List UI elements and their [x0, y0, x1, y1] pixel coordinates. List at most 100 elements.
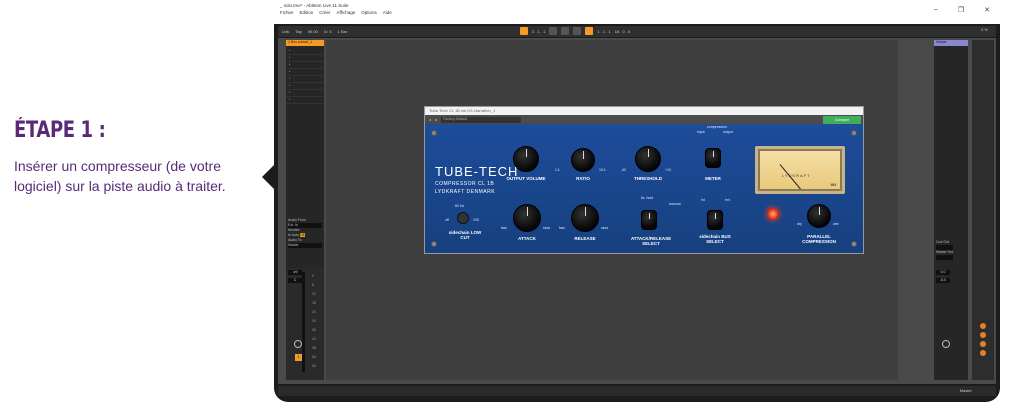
clip-slot[interactable]: ▸	[286, 55, 324, 62]
track-title[interactable]: 1 Bus suboct_1	[286, 40, 324, 46]
menu-create[interactable]: Créer	[319, 10, 330, 15]
clip-slot[interactable]: ▸	[286, 97, 324, 104]
bus-select-knob[interactable]	[707, 210, 723, 230]
io-section: Audio From Ext. In Monitor In Auto Off A…	[288, 218, 322, 248]
attack-release-select-knob[interactable]	[641, 210, 657, 230]
record-icon[interactable]	[573, 27, 582, 35]
release-fast-tick: fast	[559, 226, 565, 230]
threshold-knob[interactable]	[635, 146, 661, 172]
transport-controls: 2 . 1 . 1 1 . 1 . 1 16 . 0 . 0	[520, 27, 630, 35]
monitor-in[interactable]: In	[288, 233, 291, 237]
master-volume[interactable]: 0.0	[936, 270, 950, 275]
page: ÉTAPE 1 : Insérer un compresseur (de vot…	[0, 0, 1024, 416]
meter-output-tick: output	[723, 130, 733, 134]
minimize-icon[interactable]: –	[934, 6, 938, 14]
daw-screenshot: _ solo.tme* - Ableton Live 11 Suite Fich…	[274, 0, 1000, 402]
signature-field[interactable]: 4 / 4	[324, 29, 332, 34]
maximize-icon[interactable]: ❐	[958, 6, 964, 14]
clip-slot[interactable]: ▸	[286, 62, 324, 69]
clip-slot[interactable]: ▸	[286, 90, 324, 97]
track-volume[interactable]: -inf	[288, 270, 302, 275]
ratio-knob[interactable]	[571, 148, 595, 172]
prev-preset-icon[interactable]: ◂	[429, 117, 431, 122]
step-description: Insérer un compresseur (de votre logicie…	[14, 158, 226, 194]
master-io: Cue Out Master Out	[936, 240, 954, 260]
parallel-compression-label: PARALLEL COMPRESSION	[802, 234, 836, 244]
toggle-icon[interactable]	[980, 350, 986, 356]
preset-select[interactable]: Factory Default	[441, 116, 522, 123]
overdub-icon[interactable]	[585, 27, 594, 35]
stop-icon[interactable]	[561, 27, 570, 35]
toggle-icon[interactable]	[980, 332, 986, 338]
threshold-min-tick: -40	[621, 168, 627, 172]
menu-options[interactable]: Options	[361, 10, 377, 15]
release-knob[interactable]	[571, 204, 599, 232]
menu-edit[interactable]: Edition	[300, 10, 314, 15]
parallel-wet-tick: wet	[833, 222, 839, 226]
attack-slow-tick: slow	[543, 226, 551, 230]
meter-scale: 0 6 12 18 24 30 36 42 48 54 60	[312, 274, 316, 368]
toggle-icon[interactable]	[980, 341, 986, 347]
loop-length-field[interactable]: 16 . 0 . 0	[615, 29, 631, 34]
transport-right: 0 %	[981, 27, 988, 32]
clip-slot[interactable]: ▸	[286, 76, 324, 83]
ratio-min-tick: 1:1	[555, 168, 560, 172]
master-out-select[interactable]	[936, 255, 954, 260]
meter-comp-tick: compression	[707, 125, 727, 129]
menu-view[interactable]: Affichage	[337, 10, 356, 15]
model-name: COMPRESSOR CL 1B	[435, 181, 495, 187]
menu-file[interactable]: Fichier	[280, 10, 294, 15]
toggle-icon[interactable]	[980, 323, 986, 329]
cpu-meter: 0 %	[981, 27, 988, 32]
tempo-field[interactable]: 90.00	[308, 29, 318, 34]
output-volume-knob[interactable]	[513, 146, 539, 172]
link-button[interactable]: Link	[282, 29, 289, 34]
track-number[interactable]: 1	[295, 354, 302, 361]
transport-bar: Link Tap 90.00 4 / 4 1 Bar 2 . 1 . 1 1 .…	[278, 26, 996, 37]
monitor-off[interactable]: Off	[299, 233, 305, 237]
fix-hold-tick: fix. hold	[641, 196, 654, 200]
volume-fader[interactable]	[302, 272, 305, 372]
monitor-auto[interactable]: Auto	[292, 233, 299, 237]
bus-ext-tick: ext	[725, 198, 730, 202]
right-side-buttons	[972, 40, 994, 380]
menu-help[interactable]: Aide	[383, 10, 392, 15]
attack-knob[interactable]	[513, 204, 541, 232]
parallel-compression-knob[interactable]	[807, 204, 831, 228]
track-activator-icon[interactable]	[294, 340, 302, 348]
power-led	[767, 208, 779, 220]
window-title: _ solo.tme* - Ableton Live 11 Suite	[280, 3, 349, 8]
audio-track-strip: 1 Bus suboct_1 ▸ ▸ ▸ ▸ ▸ ▸ ▸ ▸ Audio Fro…	[286, 40, 324, 380]
clip-slot[interactable]: ▸	[286, 83, 324, 90]
lowcut-225-tick: 225	[473, 218, 479, 222]
quantize-select[interactable]: 1 Bar	[338, 29, 348, 34]
ratio-label: RATIO	[576, 176, 590, 181]
meter-selector-knob[interactable]	[705, 148, 721, 168]
audio-to-select[interactable]: Master	[288, 243, 322, 248]
status-bar: Master	[278, 386, 996, 396]
vu-brand: LYDKRAFT	[782, 173, 811, 178]
plugin-window: Tube-Tech CL 1B mk II/1-Narration_1 ◂ ▸ …	[424, 106, 864, 254]
loop-start-field[interactable]: 1 . 1 . 1	[597, 29, 610, 34]
clip-slot[interactable]: ▸	[286, 48, 324, 55]
play-icon[interactable]	[549, 27, 558, 35]
threshold-max-tick: +10	[665, 168, 671, 172]
screw-icon	[851, 241, 857, 247]
release-label: RELEASE	[574, 236, 596, 241]
clip-slot[interactable]: ▸	[286, 69, 324, 76]
bus-select-label: sidechain BUS SELECT	[699, 234, 731, 244]
track-pan[interactable]: C	[288, 278, 302, 283]
compare-button[interactable]: Compare	[823, 116, 861, 124]
master-title[interactable]: Master	[934, 40, 968, 46]
next-preset-icon[interactable]: ▸	[435, 117, 437, 122]
menu-bar: Fichier Edition Créer Affichage Options …	[280, 10, 392, 15]
close-icon[interactable]: ✕	[984, 6, 990, 14]
master-pan[interactable]: -6.0	[936, 278, 950, 283]
position-field[interactable]: 2 . 1 . 1	[532, 29, 545, 34]
lowcut-switch[interactable]	[457, 212, 469, 224]
attack-fast-tick: fast	[501, 226, 507, 230]
follow-icon[interactable]	[520, 27, 528, 35]
master-activator-icon[interactable]	[942, 340, 950, 348]
tap-button[interactable]: Tap	[295, 29, 301, 34]
clip-slots: ▸ ▸ ▸ ▸ ▸ ▸ ▸ ▸	[286, 48, 324, 104]
